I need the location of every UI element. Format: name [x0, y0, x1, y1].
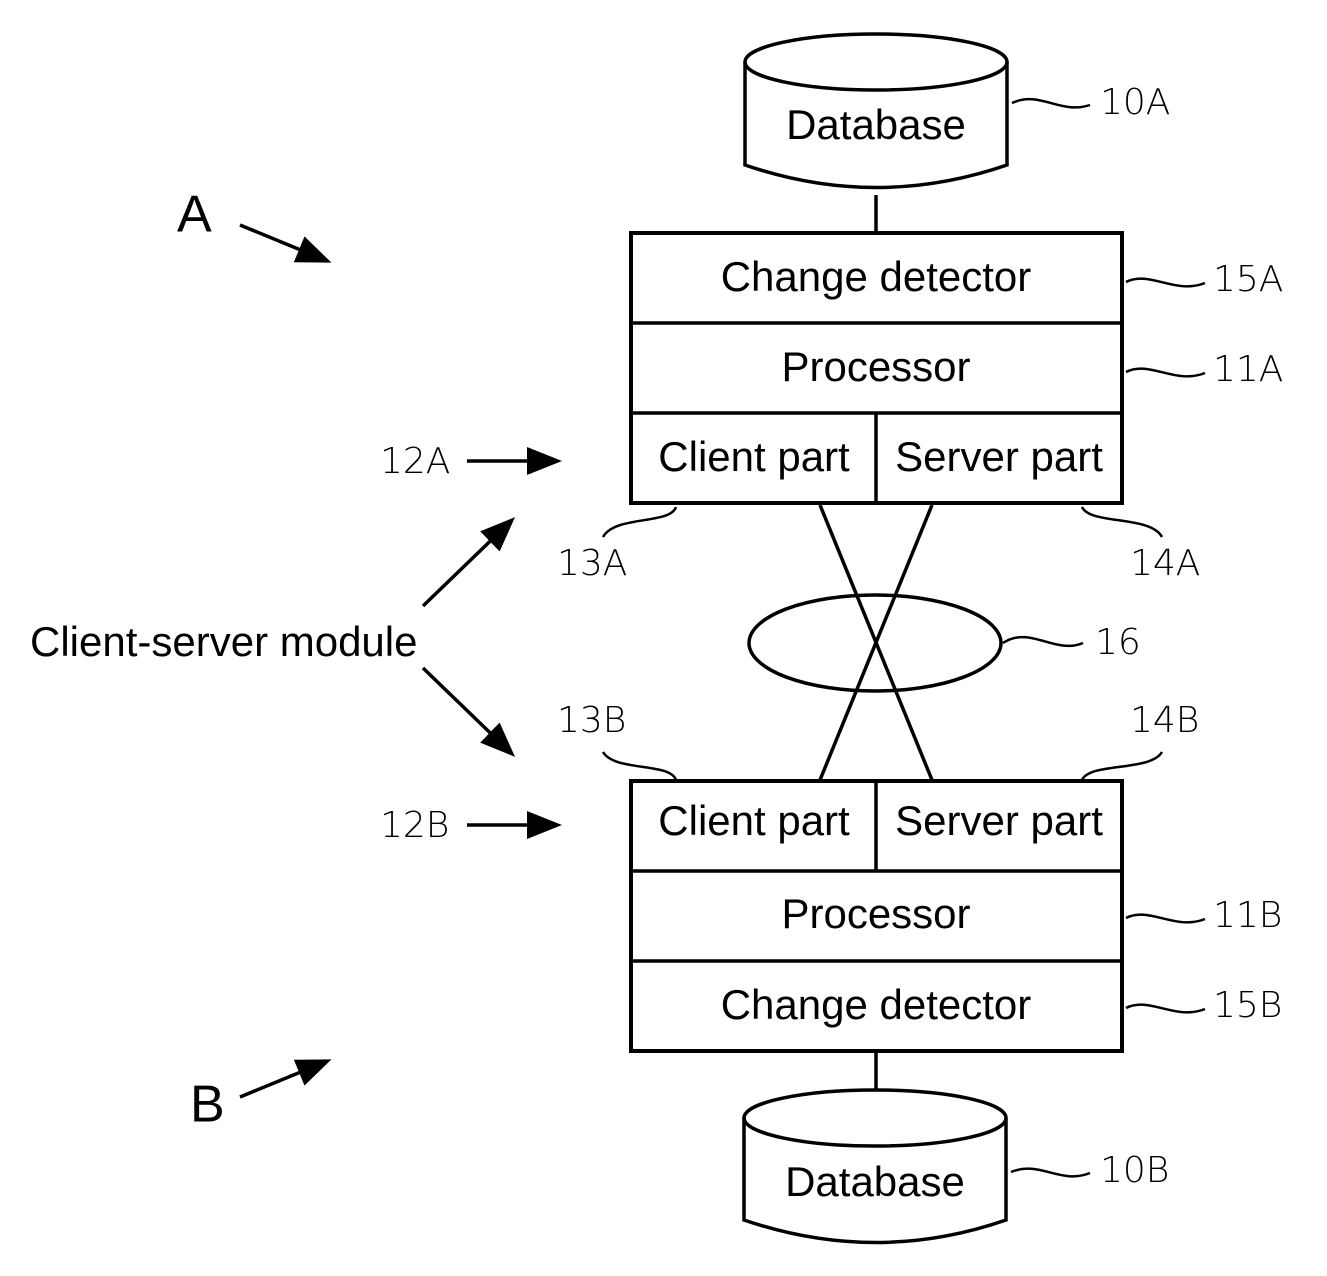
ref-10a: 10A — [1100, 82, 1170, 123]
ref-13a: 13A — [557, 543, 627, 584]
arrow-module-to-bottom — [421, 666, 516, 757]
system-label-b: B — [190, 1076, 225, 1134]
server-part-top: Server part — [895, 433, 1103, 480]
processor-bottom: Processor — [781, 890, 970, 937]
leader-13a — [601, 506, 678, 538]
ref-13b: 13B — [557, 700, 626, 741]
component-stack-top: Change detector Processor Client part Se… — [629, 231, 1124, 505]
leader-10a — [1011, 97, 1091, 109]
ref-14a: 14A — [1130, 543, 1200, 584]
client-part-bottom: Client part — [658, 797, 850, 844]
leader-11b — [1125, 913, 1206, 924]
server-part-bottom: Server part — [895, 797, 1103, 844]
database-top: Database — [743, 32, 1009, 190]
ref-11a: 11A — [1213, 349, 1283, 390]
change-detector-top: Change detector — [721, 253, 1032, 300]
ref-12b: 12B — [380, 805, 449, 846]
database-top-label: Database — [786, 101, 966, 148]
component-stack-bottom: Client part Server part Processor Change… — [629, 779, 1124, 1053]
system-label-a: A — [177, 186, 212, 244]
ref-10b: 10B — [1100, 1150, 1169, 1191]
ref-12a: 12A — [380, 441, 450, 482]
arrow-module-to-top — [421, 517, 516, 608]
leader-11a — [1125, 367, 1206, 378]
leader-10b — [1010, 1167, 1091, 1178]
database-bottom: Database — [742, 1088, 1008, 1245]
ref-16: 16 — [1095, 622, 1141, 663]
client-part-top: Client part — [658, 433, 850, 480]
ref-11b: 11B — [1213, 895, 1282, 936]
processor-top: Processor — [781, 343, 970, 390]
leader-14a — [1080, 506, 1164, 538]
leader-13b — [601, 751, 678, 781]
leader-14b — [1080, 751, 1164, 781]
ref-14b: 14B — [1130, 700, 1199, 741]
diagram: Database 10A Change detector Processor C… — [0, 0, 1327, 1276]
diagram-canvas: Database 10A Change detector Processor C… — [30, 32, 1283, 1245]
leader-15a — [1125, 277, 1206, 288]
leader-15b — [1125, 1003, 1206, 1014]
change-detector-bottom: Change detector — [721, 981, 1032, 1028]
arrow-b — [239, 1059, 332, 1099]
ref-15a: 15A — [1213, 259, 1283, 300]
leader-16 — [1002, 635, 1084, 648]
client-server-module-label: Client-server module — [30, 618, 417, 665]
arrow-a — [239, 223, 332, 263]
database-bottom-label: Database — [785, 1158, 965, 1205]
ref-15b: 15B — [1213, 985, 1282, 1026]
